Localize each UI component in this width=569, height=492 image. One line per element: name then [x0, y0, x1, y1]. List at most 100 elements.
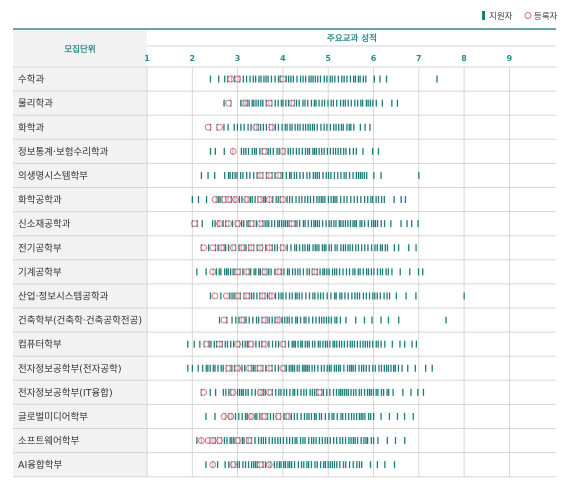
- applicant-mark: [214, 388, 217, 396]
- applicant-mark: [352, 268, 354, 276]
- applicant-mark: [332, 196, 335, 204]
- registrant-mark: [256, 220, 264, 228]
- registrant-mark: [234, 292, 242, 300]
- applicant-mark: [318, 99, 320, 107]
- applicant-mark: [223, 147, 225, 155]
- applicant-mark: [209, 75, 212, 83]
- applicant-mark: [311, 123, 314, 131]
- applicant-mark: [274, 292, 277, 300]
- applicant-mark: [400, 220, 402, 228]
- registrant-mark: [243, 196, 251, 203]
- applicant-mark: [370, 268, 373, 276]
- registrant-mark: [261, 413, 269, 420]
- applicant-mark: [396, 99, 399, 107]
- applicant-mark: [358, 412, 360, 420]
- applicant-mark: [394, 437, 397, 445]
- applicant-mark: [402, 388, 404, 396]
- applicant-mark: [260, 75, 262, 83]
- applicant-mark: [312, 292, 314, 300]
- applicant-mark: [289, 461, 291, 469]
- row-5: 의생명시스템학부: [13, 162, 556, 188]
- applicant-mark: [250, 461, 253, 469]
- applicant-mark: [310, 461, 313, 469]
- applicant-mark: [355, 244, 357, 252]
- row-label: 수학과: [18, 75, 44, 86]
- applicant-mark: [216, 461, 219, 469]
- applicant-mark: [244, 461, 247, 469]
- applicant-mark: [391, 99, 393, 107]
- applicant-mark: [313, 412, 316, 420]
- applicant-mark: [247, 147, 250, 155]
- applicant-mark: [213, 340, 215, 348]
- applicant-mark: [342, 268, 344, 276]
- applicant-mark: [311, 340, 314, 348]
- applicant-mark: [318, 147, 320, 155]
- applicant-mark: [278, 220, 281, 228]
- applicant-mark: [299, 268, 301, 276]
- applicant-mark: [295, 316, 297, 324]
- applicant-mark: [340, 171, 342, 179]
- applicant-mark: [363, 364, 365, 372]
- applicant-mark: [316, 244, 318, 252]
- applicant-mark: [386, 437, 389, 445]
- applicant-mark: [249, 75, 251, 83]
- applicant-mark: [263, 75, 265, 83]
- applicant-mark: [374, 292, 376, 300]
- applicant-mark: [314, 171, 317, 179]
- applicant-mark: [251, 147, 253, 155]
- applicant-mark: [303, 364, 305, 372]
- registrant-mark: [216, 340, 223, 348]
- applicant-mark: [297, 123, 299, 131]
- applicant-mark: [327, 171, 330, 179]
- applicant-mark: [298, 292, 300, 300]
- applicant-mark: [341, 437, 344, 445]
- applicant-mark: [284, 316, 286, 324]
- registrant-mark: [245, 364, 253, 372]
- applicant-mark: [275, 196, 277, 204]
- applicant-mark: [266, 220, 268, 228]
- applicant-mark: [243, 437, 245, 445]
- applicant-mark: [277, 75, 280, 83]
- applicant-mark: [327, 461, 329, 469]
- applicant-mark: [364, 340, 366, 348]
- applicant-mark: [386, 388, 388, 396]
- applicant-mark: [336, 412, 338, 420]
- applicant-mark: [375, 340, 377, 348]
- applicant-mark: [322, 171, 324, 179]
- applicant-mark: [234, 412, 237, 420]
- applicant-mark: [349, 147, 351, 155]
- applicant-mark: [291, 437, 294, 445]
- applicant-mark: [278, 388, 280, 396]
- applicant-mark: [285, 99, 287, 107]
- applicant-mark: [373, 171, 375, 179]
- applicant-mark: [294, 244, 296, 252]
- registrant-mark: [243, 292, 251, 300]
- applicant-mark: [286, 196, 288, 204]
- applicant-mark: [306, 461, 308, 469]
- applicant-mark: [306, 340, 309, 348]
- applicant-mark: [329, 75, 331, 83]
- applicant-mark: [302, 171, 304, 179]
- applicant-mark: [300, 412, 302, 420]
- applicant-mark: [224, 268, 226, 276]
- applicant-mark: [304, 123, 307, 131]
- applicant-mark: [340, 147, 342, 155]
- applicant-mark: [252, 364, 254, 372]
- applicant-mark: [357, 75, 360, 83]
- x-tick-label: 3: [235, 54, 241, 63]
- applicant-mark: [251, 99, 253, 107]
- applicant-mark: [368, 364, 370, 372]
- applicant-mark: [294, 268, 296, 276]
- applicant-mark: [332, 388, 335, 396]
- applicant-mark: [337, 171, 339, 179]
- registrant-mark: [209, 461, 217, 469]
- applicant-mark: [374, 364, 376, 372]
- applicant-mark: [281, 220, 283, 228]
- applicant-mark: [360, 364, 363, 372]
- applicant-mark: [280, 292, 282, 300]
- row-label: 컴퓨터학부: [18, 339, 62, 351]
- applicant-mark: [298, 196, 300, 204]
- applicant-mark: [320, 364, 323, 372]
- applicant-mark: [274, 364, 276, 372]
- applicant-mark: [362, 292, 364, 300]
